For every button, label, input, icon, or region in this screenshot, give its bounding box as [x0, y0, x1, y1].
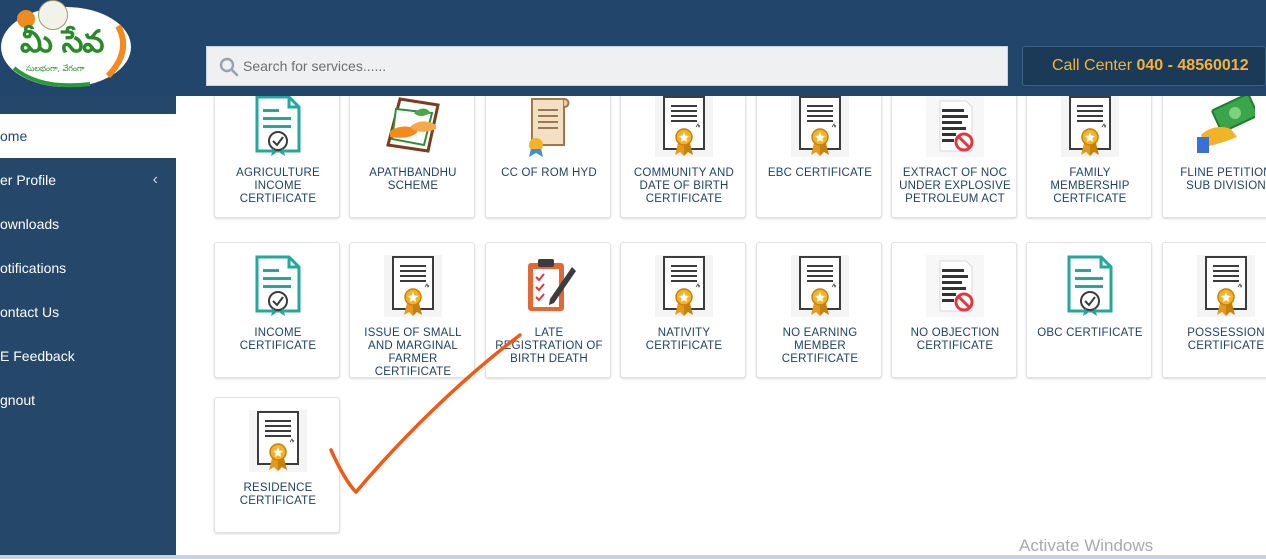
tile-label: EBC CERTIFICATE: [767, 167, 873, 179]
service-tile-cc-rom-hyd[interactable]: CC OF ROM HYD: [485, 96, 611, 218]
tile-label: CC OF ROM HYD: [501, 167, 597, 179]
sidebar-item-label: er Profile: [0, 172, 57, 188]
certificate-badge-icon: [655, 255, 713, 317]
logo-tagline: సులభంగా, వేగంగా: [26, 64, 85, 73]
sidebar-item-downloads[interactable]: ownloads: [0, 202, 176, 246]
service-tile-no-objection[interactable]: NO OBJECTION CERTIFICATE: [891, 242, 1017, 378]
scroll-document-icon: [520, 96, 578, 157]
certificate-badge-icon: [791, 96, 849, 157]
meeseva-logo[interactable]: మీ సేవ సులభంగా, వేగంగా: [0, 0, 133, 88]
service-tile-apathbandhu[interactable]: APATHBANDHU SCHEME: [349, 96, 475, 218]
call-center-number: 040 - 48560012: [1136, 57, 1249, 74]
search-box[interactable]: [206, 46, 1008, 86]
top-header: మీ సేవ సులభంగా, వేగంగా Call Center 040 -…: [0, 0, 1266, 96]
certificate-badge-icon: [791, 255, 849, 317]
sidebar-item-label: ome: [0, 128, 28, 144]
service-tile-obc[interactable]: OBC CERTIFICATE: [1026, 242, 1152, 378]
tile-label: OBC CERTIFICATE: [1037, 327, 1143, 339]
call-center-badge: Call Center 040 - 48560012: [1022, 46, 1266, 86]
call-center-label: Call Center: [1052, 57, 1133, 74]
no-objection-icon: [926, 255, 984, 317]
certificate-badge-icon: [384, 255, 442, 317]
sidebar-item-label: ownloads: [0, 216, 60, 232]
service-tile-late-registration[interactable]: LATE REGISTRATION OF BIRTH DEATH: [485, 242, 611, 378]
tile-label: APATHBANDHU SCHEME: [369, 167, 457, 192]
chevron-left-icon: ‹: [152, 171, 158, 188]
windows-activation-watermark: Activate Windows: [1019, 536, 1154, 555]
service-tile-small-marginal-farmer[interactable]: ISSUE OF SMALL AND MARGINAL FARMER CERTI…: [349, 242, 475, 378]
tile-label: NO OBJECTION CERTIFICATE: [910, 327, 1000, 352]
services-grid: AGRICULTURE INCOME CERTIFICATE APATHBAND…: [176, 96, 1266, 555]
tile-label: NO EARNING MEMBER CERTIFICATE: [781, 327, 859, 365]
helping-hands-icon: [384, 96, 442, 157]
tile-label: FLINE PETITION SUB DIVISION: [1180, 167, 1266, 192]
tile-label: POSSESSION CERTIFICATE: [1187, 327, 1265, 352]
sidebar-item-label: otifications: [0, 260, 67, 276]
service-tile-noc-explosive[interactable]: EXTRACT OF NOC UNDER EXPLOSIVE PETROLEUM…: [891, 96, 1017, 218]
service-tile-ebc[interactable]: EBC CERTIFICATE: [756, 96, 882, 218]
certificate-teal-icon: [249, 96, 307, 157]
sidebar-item-label: E Feedback: [0, 348, 75, 364]
sidebar-item-contact-us[interactable]: ontact Us: [0, 290, 176, 334]
service-tile-nativity[interactable]: NATIVITY CERTIFICATE: [620, 242, 746, 378]
tile-label: ISSUE OF SMALL AND MARGINAL FARMER CERTI…: [364, 327, 462, 378]
certificate-badge-icon: [1197, 255, 1255, 317]
certificate-badge-icon: [1061, 96, 1119, 157]
certificate-teal-icon: [1061, 255, 1119, 317]
tile-label: LATE REGISTRATION OF BIRTH DEATH: [495, 327, 603, 365]
sidebar-item-home[interactable]: ome: [0, 114, 176, 158]
service-tile-community-dob[interactable]: COMMUNITY AND DATE OF BIRTH CERTIFICATE: [620, 96, 746, 218]
tile-label: NATIVITY CERTIFICATE: [645, 327, 723, 352]
service-tile-fline-petition[interactable]: FLINE PETITION SUB DIVISION: [1162, 96, 1266, 218]
sidebar-item-signout[interactable]: gnout: [0, 378, 176, 422]
sidebar-item-feedback[interactable]: E Feedback: [0, 334, 176, 378]
no-objection-icon: [926, 96, 984, 157]
money-hand-icon: [1197, 96, 1255, 157]
certificate-badge-icon: [249, 410, 307, 472]
service-tile-residence[interactable]: RESIDENCE CERTIFICATE: [214, 397, 340, 533]
certificate-badge-icon: [655, 96, 713, 157]
tile-label: EXTRACT OF NOC UNDER EXPLOSIVE PETROLEUM…: [899, 167, 1011, 205]
tile-label: RESIDENCE CERTIFICATE: [239, 482, 317, 507]
sidebar-item-user-profile[interactable]: er Profile ‹: [0, 158, 176, 202]
sidebar-item-notifications[interactable]: otifications: [0, 246, 176, 290]
search-icon: [219, 57, 239, 77]
service-tile-possession[interactable]: POSSESSION CERTIFICATE: [1162, 242, 1266, 378]
sidebar-item-label: gnout: [0, 392, 36, 408]
service-tile-income[interactable]: INCOME CERTIFICATE: [214, 242, 340, 378]
logo-title: మీ సేవ: [20, 24, 104, 60]
clipboard-checklist-icon: [520, 255, 578, 317]
service-tile-agriculture-income[interactable]: AGRICULTURE INCOME CERTIFICATE: [214, 96, 340, 218]
search-input[interactable]: [243, 47, 983, 85]
certificate-teal-icon: [249, 255, 307, 317]
sidebar-item-label: ontact Us: [0, 304, 60, 320]
sidebar: ome er Profile ‹ ownloads otifications o…: [0, 96, 176, 559]
tile-label: FAMILY MEMBERSHIP CERTFICATE: [1050, 167, 1130, 205]
tile-label: COMMUNITY AND DATE OF BIRTH CERTIFICATE: [633, 167, 735, 205]
tile-label: INCOME CERTIFICATE: [239, 327, 317, 352]
service-tile-family-membership[interactable]: FAMILY MEMBERSHIP CERTFICATE: [1026, 96, 1152, 218]
tile-label: AGRICULTURE INCOME CERTIFICATE: [236, 167, 320, 205]
service-tile-no-earning-member[interactable]: NO EARNING MEMBER CERTIFICATE: [756, 242, 882, 378]
